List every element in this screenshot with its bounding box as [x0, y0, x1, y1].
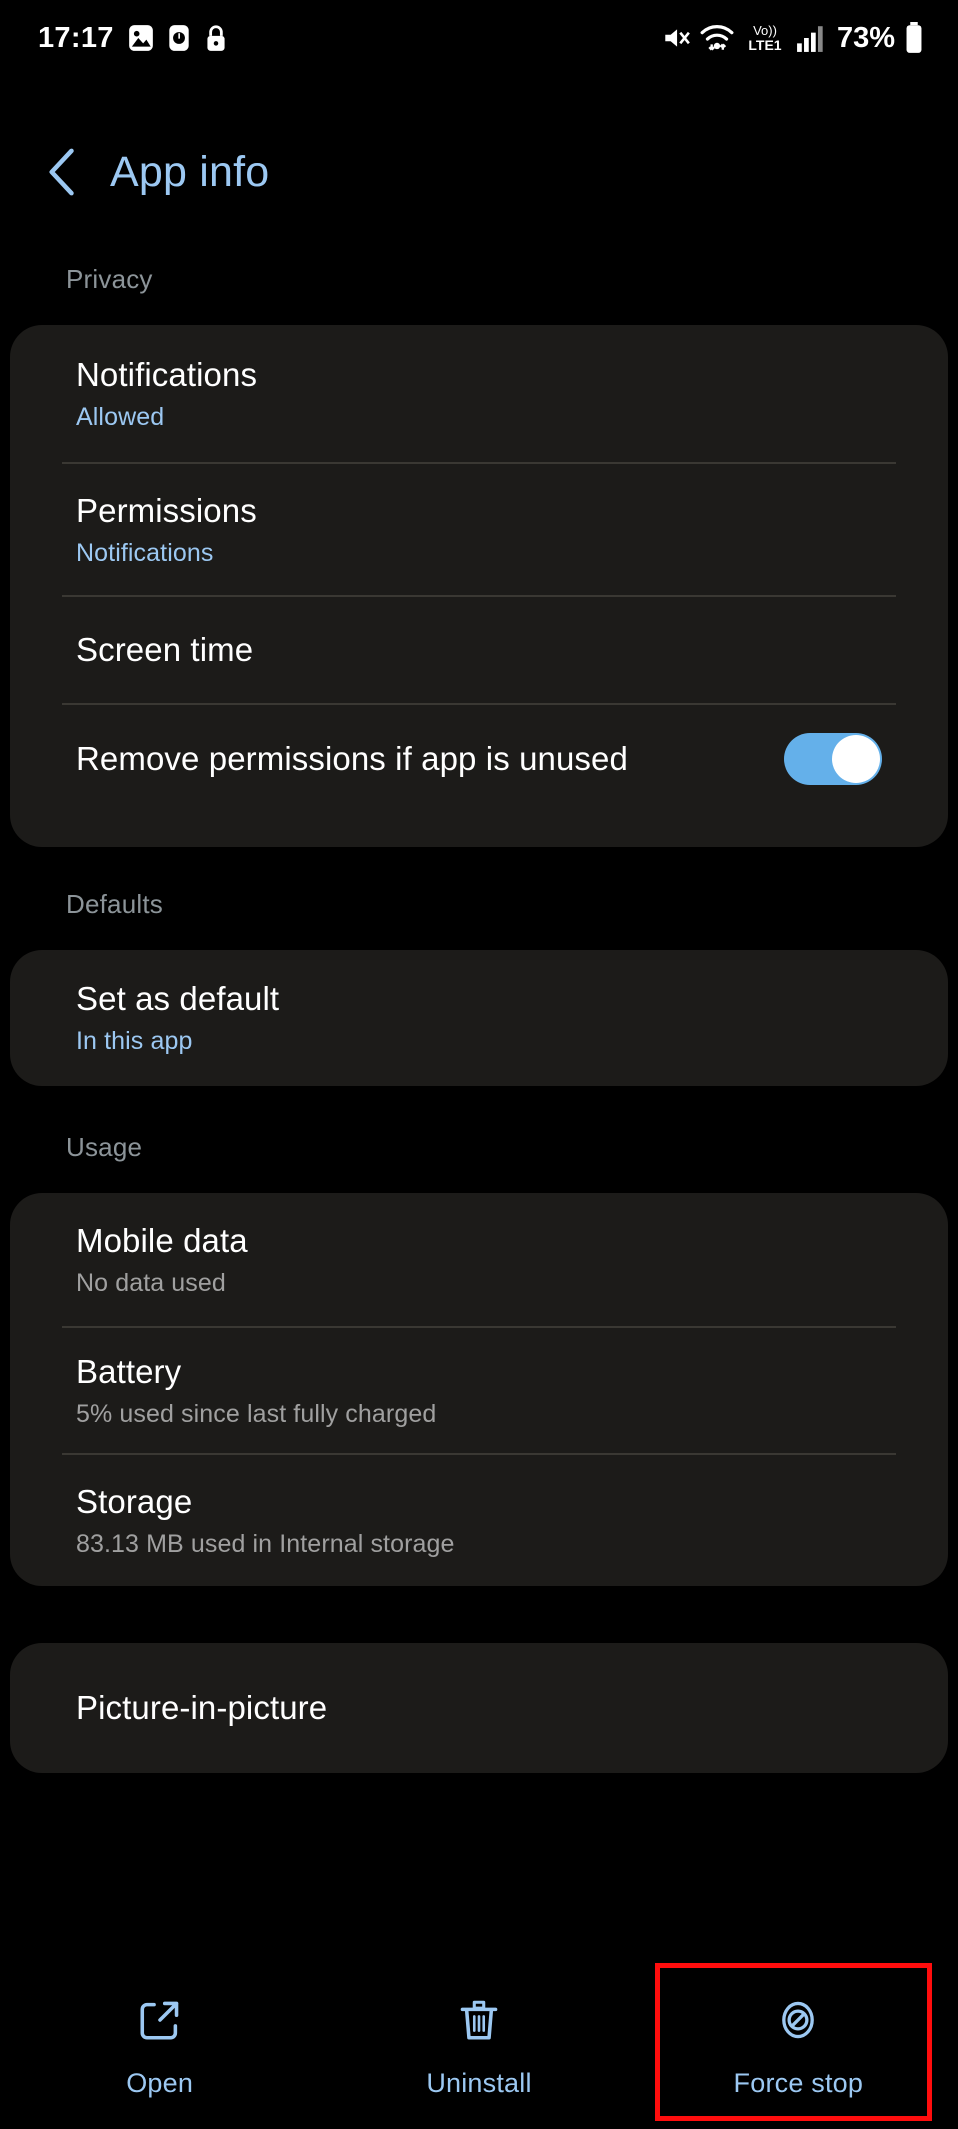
- row-title: Set as default: [76, 980, 280, 1017]
- back-button[interactable]: [46, 148, 80, 196]
- status-bar-right: Vo)) LTE1 73%: [661, 22, 924, 55]
- page-title: App info: [110, 147, 270, 196]
- row-storage[interactable]: Storage 83.13 MB used in Internal storag…: [10, 1455, 948, 1586]
- uninstall-button[interactable]: Uninstall: [319, 1963, 638, 2129]
- row-title: Notifications: [76, 355, 258, 393]
- bottom-action-bar: Open Uninstall Force stop: [0, 1963, 958, 2129]
- volte-icon: Vo)) LTE1: [743, 22, 787, 54]
- action-label: Force stop: [733, 2067, 864, 2098]
- row-notifications[interactable]: Notifications Allowed: [10, 325, 948, 462]
- settings-scroll-container[interactable]: Privacy Notifications Allowed Permission…: [0, 268, 958, 1963]
- svg-text:Vo)): Vo)): [753, 23, 777, 38]
- mute-icon: [661, 23, 691, 53]
- usage-card: Mobile data No data used Battery 5% used…: [10, 1193, 948, 1586]
- wifi-icon: [700, 23, 734, 53]
- image-icon: [128, 24, 154, 52]
- section-label-defaults: Defaults: [66, 889, 163, 919]
- row-screen-time[interactable]: Screen time: [10, 597, 948, 703]
- row-mobile-data[interactable]: Mobile data No data used: [10, 1193, 948, 1326]
- status-bar-clock: 17:17: [38, 21, 114, 54]
- row-remove-permissions[interactable]: Remove permissions if app is unused: [10, 705, 948, 813]
- toggle-knob: [832, 735, 880, 783]
- row-title: Permissions: [76, 491, 257, 529]
- row-subtitle: Notifications: [76, 538, 214, 567]
- row-title: Screen time: [76, 631, 254, 668]
- row-subtitle: In this app: [76, 1027, 193, 1055]
- signal-bars-icon: [796, 23, 826, 53]
- action-label: Open: [126, 2067, 194, 2098]
- section-label-usage: Usage: [66, 1132, 143, 1162]
- row-subtitle: No data used: [76, 1268, 226, 1297]
- row-title: Picture-in-picture: [76, 1689, 328, 1726]
- row-title: Mobile data: [76, 1221, 248, 1259]
- trash-icon: [453, 1994, 505, 2046]
- status-bar-left: 17:17: [38, 22, 228, 55]
- remove-permissions-toggle[interactable]: [784, 733, 882, 785]
- open-external-icon: [134, 1994, 186, 2046]
- row-subtitle: Allowed: [76, 402, 165, 431]
- section-label-privacy: Privacy: [66, 268, 153, 294]
- row-title: Remove permissions if app is unused: [76, 740, 628, 777]
- defaults-card: Set as default In this app: [10, 950, 948, 1086]
- row-permissions[interactable]: Permissions Notifications: [10, 464, 948, 595]
- battery-percent-label: 73%: [836, 21, 895, 54]
- force-stop-icon: [772, 1994, 824, 2046]
- privacy-card: Notifications Allowed Permissions Notifi…: [10, 325, 948, 847]
- action-label: Uninstall: [426, 2067, 532, 2098]
- row-set-as-default[interactable]: Set as default In this app: [10, 950, 948, 1086]
- svg-text:LTE1: LTE1: [748, 37, 781, 53]
- app-bar: App info: [0, 76, 958, 268]
- battery-icon: [904, 22, 924, 54]
- force-stop-button[interactable]: Force stop: [639, 1963, 958, 2129]
- row-title: Storage: [76, 1482, 193, 1520]
- row-title: Battery: [76, 1352, 182, 1390]
- status-bar: 17:17 Vo)) LTE1 73%: [0, 0, 958, 76]
- row-battery[interactable]: Battery 5% used since last fully charged: [10, 1328, 948, 1453]
- open-button[interactable]: Open: [0, 1963, 319, 2129]
- advanced-card: Picture-in-picture: [10, 1643, 948, 1773]
- row-subtitle: 83.13 MB used in Internal storage: [76, 1529, 455, 1558]
- clock-icon: [168, 24, 190, 52]
- row-subtitle: 5% used since last fully charged: [76, 1399, 437, 1428]
- row-picture-in-picture[interactable]: Picture-in-picture: [10, 1643, 948, 1773]
- lock-icon: [204, 23, 228, 53]
